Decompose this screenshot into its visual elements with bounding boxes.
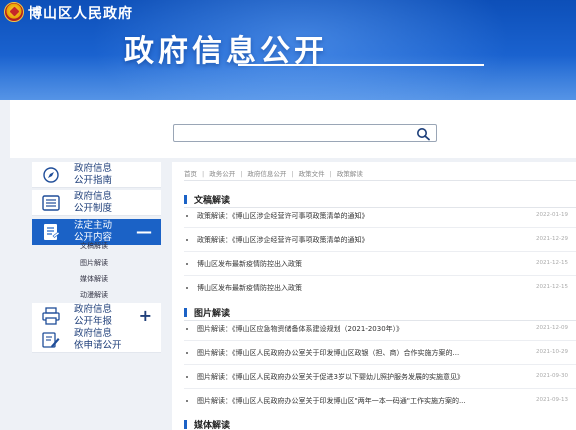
- breadcrumb-item[interactable]: 政策解读: [337, 170, 363, 178]
- list-item-date: 2021-12-15: [536, 260, 568, 266]
- sidebar-item-system[interactable]: 政府信息 公开制度: [32, 190, 161, 216]
- list-item[interactable]: 图片解读：《博山区人民政府办公室关于印发博山区"两年一本一码通"工作实施方案的.…: [184, 395, 576, 409]
- list-item-date: 2021-09-13: [536, 397, 568, 403]
- list-item-title[interactable]: 图片解读：《博山区人民政府办公室关于促进3岁以下婴幼儿照护服务发展的实施意见》: [197, 372, 464, 382]
- list-item-date: 2021-12-15: [536, 284, 568, 290]
- divider: [184, 227, 576, 228]
- site-name[interactable]: 博山区人民政府: [28, 3, 133, 23]
- list-item[interactable]: 政策解读：《博山区涉企经营许可事项政策清单的通知》 2021-12-29: [184, 234, 576, 248]
- document-icon: [44, 224, 60, 240]
- sidebar-item-label: 政府信息 公开年报: [74, 304, 113, 327]
- list-item-date: 2022-01-19: [536, 212, 568, 218]
- bullet: [186, 215, 188, 217]
- bullet: [186, 287, 188, 289]
- printer-icon: [42, 307, 60, 325]
- list-item[interactable]: 政策解读：《博山区涉企经营许可事项政策清单的通知》 2022-01-19: [184, 210, 576, 224]
- list-item-title[interactable]: 图片解读：《博山区应急物资储备体系建设规划（2021-2030年）》: [197, 324, 403, 334]
- breadcrumb-item[interactable]: 首页: [184, 170, 197, 178]
- submenu-item-animation[interactable]: 动漫解读: [80, 290, 108, 300]
- bullet: [186, 352, 188, 354]
- section-heading: 图片解读: [184, 306, 230, 319]
- section-heading: 文稿解读: [184, 193, 230, 206]
- submenu-item-media[interactable]: 媒体解读: [80, 274, 108, 284]
- section-heading: 媒体解读: [184, 418, 230, 430]
- bullet: [186, 263, 188, 265]
- expand-icon[interactable]: +: [139, 306, 152, 325]
- collapse-icon[interactable]: —: [136, 222, 152, 241]
- list-item[interactable]: 博山区发布最新疫情防控出入政策 2021-12-15: [184, 282, 576, 296]
- divider: [184, 207, 576, 208]
- list-item-title[interactable]: 博山区发布最新疫情防控出入政策: [197, 259, 302, 269]
- divider: [184, 388, 576, 389]
- bullet: [186, 400, 188, 402]
- sidebar-item-label: 政府信息 公开指南: [74, 163, 113, 186]
- list-icon: [42, 195, 60, 211]
- divider: [184, 275, 576, 276]
- list-item[interactable]: 图片解读：《博山区人民政府办公室关于印发博山区政银（担、商）合作实施方案的...…: [184, 347, 576, 361]
- title-underline: [238, 64, 484, 66]
- content-panel: 首页 | 政务公开 | 政府信息公开 | 政策文件 | 政策解读 文稿解读 政策解读：《博山区涉…: [172, 162, 576, 430]
- list-item-title[interactable]: 政策解读：《博山区涉企经营许可事项政策清单的通知》: [197, 211, 369, 221]
- search-input[interactable]: [175, 126, 405, 140]
- edit-icon: [42, 332, 60, 348]
- list-item-date: 2021-12-09: [536, 325, 568, 331]
- list-item-title[interactable]: 图片解读：《博山区人民政府办公室关于印发博山区政银（担、商）合作实施方案的...: [197, 348, 459, 358]
- sidebar-item-application[interactable]: 政府信息 依申请公开: [32, 327, 161, 353]
- list-item-date: 2021-09-30: [536, 373, 568, 379]
- divider: [184, 320, 576, 321]
- list-item[interactable]: 图片解读：《博山区人民政府办公室关于促进3岁以下婴幼儿照护服务发展的实施意见》 …: [184, 371, 576, 385]
- divider: [184, 180, 576, 181]
- sidebar-item-label: 政府信息 公开制度: [74, 191, 113, 214]
- submenu-item-image[interactable]: 图片解读: [80, 258, 108, 268]
- breadcrumb-item[interactable]: 政务公开: [209, 170, 235, 178]
- search-box: [173, 124, 437, 142]
- list-item-title[interactable]: 图片解读：《博山区人民政府办公室关于印发博山区"两年一本一码通"工作实施方案的.…: [197, 396, 466, 406]
- sidebar-item-label: 政府信息 依申请公开: [74, 328, 122, 351]
- compass-icon: [43, 167, 59, 183]
- breadcrumb-item[interactable]: 政府信息公开: [247, 170, 286, 178]
- list-item-date: 2021-10-29: [536, 349, 568, 355]
- national-emblem-icon: [4, 2, 24, 22]
- divider: [184, 340, 576, 341]
- bullet: [186, 328, 188, 330]
- sidebar-item-annual-report[interactable]: 政府信息 公开年报 +: [32, 303, 161, 329]
- list-item[interactable]: 博山区发布最新疫情防控出入政策 2021-12-15: [184, 258, 576, 272]
- search-icon: [417, 128, 430, 141]
- list-item-title[interactable]: 博山区发布最新疫情防控出入政策: [197, 283, 302, 293]
- bullet: [186, 376, 188, 378]
- list-item-title[interactable]: 政策解读：《博山区涉企经营许可事项政策清单的通知》: [197, 235, 369, 245]
- submenu-item-text[interactable]: 文稿解读: [80, 241, 108, 251]
- list-item[interactable]: 图片解读：《博山区应急物资储备体系建设规划（2021-2030年）》 2021-…: [184, 323, 576, 337]
- divider: [184, 251, 576, 252]
- divider: [184, 364, 576, 365]
- breadcrumb: 首页 | 政务公开 | 政府信息公开 | 政策文件 | 政策解读: [184, 170, 363, 178]
- header-banner: 博山区人民政府 政府信息公开: [0, 0, 576, 100]
- search-button[interactable]: [412, 126, 434, 141]
- sidebar-item-guide[interactable]: 政府信息 公开指南: [32, 162, 161, 188]
- list-item-date: 2021-12-29: [536, 236, 568, 242]
- breadcrumb-item[interactable]: 政策文件: [299, 170, 325, 178]
- bullet: [186, 239, 188, 241]
